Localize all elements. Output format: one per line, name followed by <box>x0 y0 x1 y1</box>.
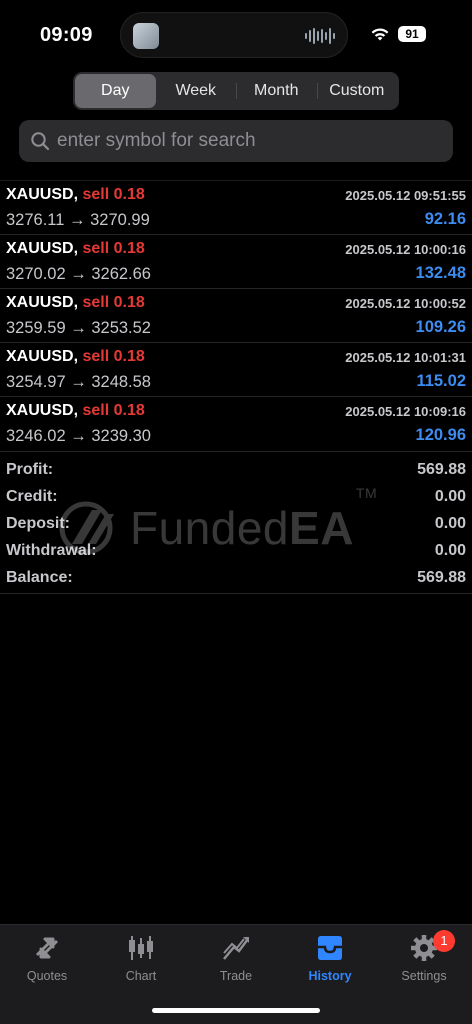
tab-settings[interactable]: 1 Settings <box>377 930 471 983</box>
wifi-icon <box>371 28 389 41</box>
deal-time: 2025.05.12 10:01:31 <box>345 350 466 365</box>
deal-row[interactable]: XAUUSD, sell 0.18 2025.05.12 09:51:55 32… <box>0 180 472 234</box>
period-segmented-control: Day Week Month Custom <box>73 72 399 110</box>
deal-open-price: 3246.02 <box>6 427 66 445</box>
account-summary: Profit: 569.88 Credit: 0.00 Deposit: 0.00 W… <box>0 451 472 594</box>
deal-profit: 120.96 <box>415 426 466 444</box>
home-indicator[interactable] <box>152 1008 320 1013</box>
deal-symbol: XAUUSD, <box>6 240 79 257</box>
arrow-icon: → <box>69 211 86 229</box>
deal-time: 2025.05.12 10:00:52 <box>345 296 466 311</box>
deal-close-price: 3270.99 <box>90 211 150 229</box>
deal-side: sell 0.18 <box>82 186 145 203</box>
deal-side: sell 0.18 <box>82 348 145 365</box>
deal-time: 2025.05.12 10:09:16 <box>345 404 466 419</box>
audio-wave-icon <box>305 27 335 45</box>
deal-row[interactable]: XAUUSD, sell 0.18 2025.05.12 10:00:52 32… <box>0 288 472 342</box>
battery-indicator: 91 <box>398 26 426 42</box>
trade-icon <box>223 937 249 960</box>
deal-time: 2025.05.12 10:00:16 <box>345 242 466 257</box>
arrow-icon: → <box>70 265 87 283</box>
search-bar[interactable] <box>19 120 453 162</box>
settings-badge: 1 <box>433 930 455 952</box>
period-month[interactable]: Month <box>236 74 317 108</box>
search-icon <box>31 132 50 151</box>
deal-open-price: 3276.11 <box>6 211 65 229</box>
summary-profit: Profit: 569.88 <box>6 461 466 478</box>
summary-withdrawal: Withdrawal: 0.00 <box>6 542 466 559</box>
deal-side: sell 0.18 <box>82 240 145 257</box>
deal-symbol: XAUUSD, <box>6 348 79 365</box>
deal-close-price: 3248.58 <box>91 373 151 391</box>
status-bar: 09:09 91 <box>0 0 472 70</box>
deal-profit: 115.02 <box>416 372 466 390</box>
deal-time: 2025.05.12 09:51:55 <box>345 188 466 203</box>
summary-balance: Balance: 569.88 <box>6 569 466 586</box>
deal-row[interactable]: XAUUSD, sell 0.18 2025.05.12 10:00:16 32… <box>0 234 472 288</box>
chart-icon <box>129 936 153 960</box>
period-custom[interactable]: Custom <box>316 74 398 108</box>
summary-deposit: Deposit: 0.00 <box>6 515 466 532</box>
deal-symbol: XAUUSD, <box>6 186 79 203</box>
now-playing-artwork <box>133 23 159 49</box>
deal-row[interactable]: XAUUSD, sell 0.18 2025.05.12 10:09:16 32… <box>0 396 472 450</box>
tab-chart[interactable]: Chart <box>94 933 188 983</box>
history-icon <box>318 936 342 960</box>
arrow-icon: → <box>70 319 87 337</box>
deal-open-price: 3270.02 <box>6 265 66 283</box>
deal-symbol: XAUUSD, <box>6 402 79 419</box>
quotes-icon <box>35 937 59 959</box>
summary-credit: Credit: 0.00 <box>6 488 466 505</box>
tab-quotes[interactable]: Quotes <box>0 933 94 983</box>
deal-profit: 109.26 <box>415 318 466 336</box>
deal-row[interactable]: XAUUSD, sell 0.18 2025.05.12 10:01:31 32… <box>0 342 472 396</box>
dynamic-island[interactable] <box>120 12 348 58</box>
period-week[interactable]: Week <box>156 74 237 108</box>
arrow-icon: → <box>70 427 87 445</box>
search-input[interactable] <box>57 130 453 152</box>
deal-side: sell 0.18 <box>82 402 145 419</box>
deal-side: sell 0.18 <box>82 294 145 311</box>
tab-history[interactable]: History <box>283 933 377 983</box>
deal-close-price: 3253.52 <box>91 319 151 337</box>
status-time: 09:09 <box>40 24 93 46</box>
period-day[interactable]: Day <box>75 74 156 108</box>
tab-trade[interactable]: Trade <box>189 933 283 983</box>
deal-open-price: 3254.97 <box>6 373 66 391</box>
arrow-icon: → <box>70 373 87 391</box>
deal-close-price: 3239.30 <box>91 427 151 445</box>
deal-profit: 92.16 <box>424 210 466 228</box>
deal-open-price: 3259.59 <box>6 319 66 337</box>
deal-profit: 132.48 <box>415 264 466 282</box>
deal-close-price: 3262.66 <box>91 265 151 283</box>
deal-symbol: XAUUSD, <box>6 294 79 311</box>
history-list: XAUUSD, sell 0.18 2025.05.12 09:51:55 32… <box>0 180 472 450</box>
